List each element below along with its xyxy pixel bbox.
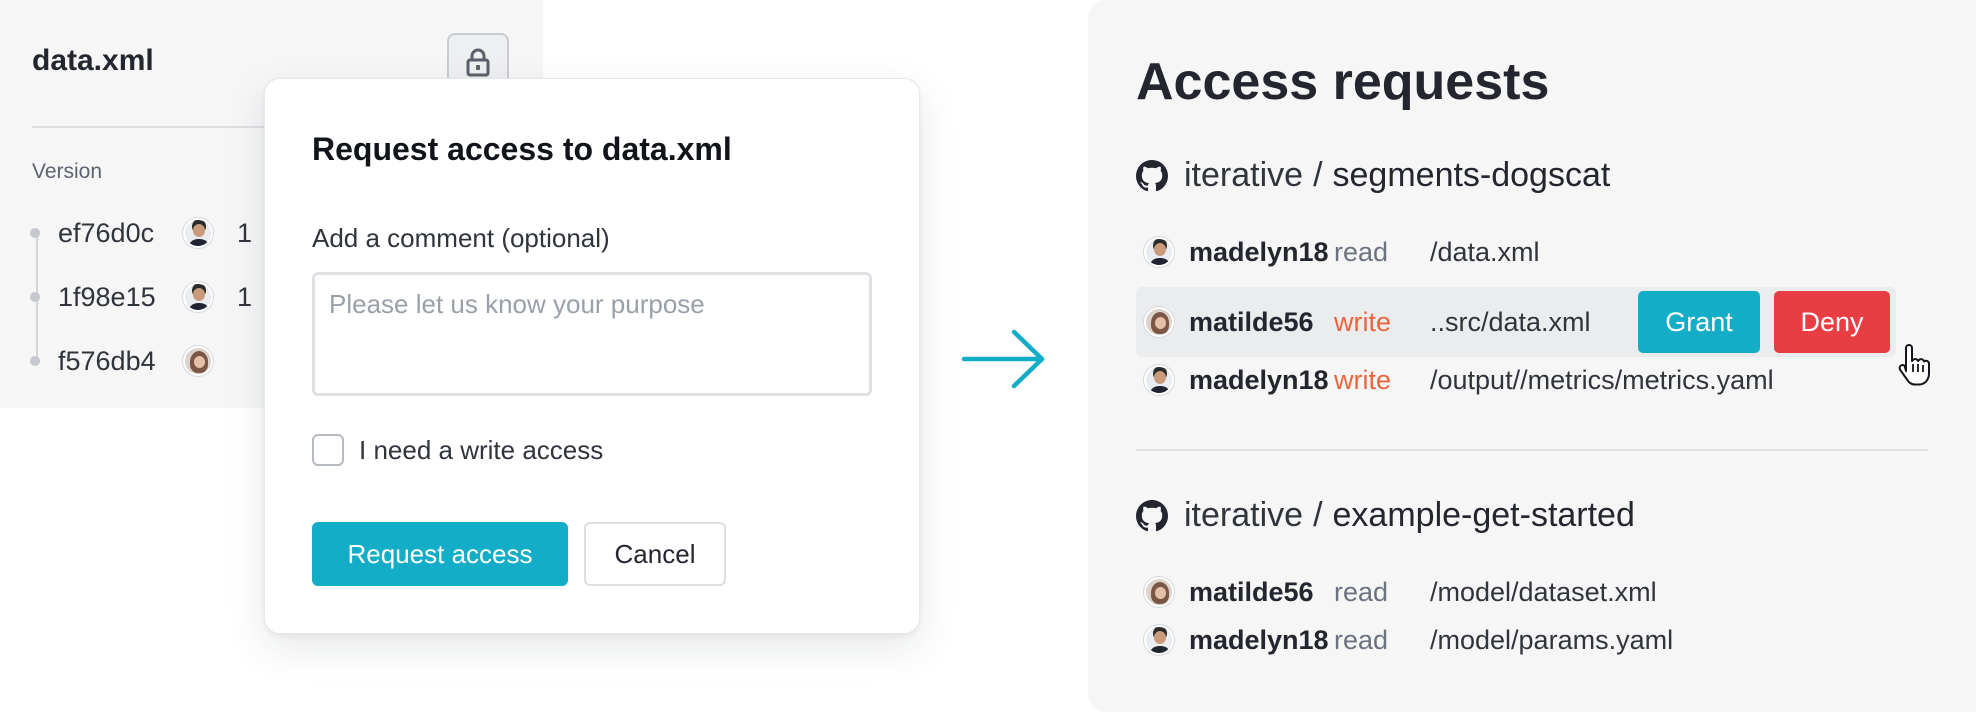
github-icon <box>1136 499 1168 531</box>
request-path: /model/dataset.xml <box>1430 576 1657 607</box>
access-requests-panel: Access requests iterative / segments-dog… <box>1088 0 1976 712</box>
write-access-option[interactable]: I need a write access <box>312 434 603 466</box>
version-hash: 1f98e15 <box>58 281 156 312</box>
dialog-title: Request access to data.xml <box>312 131 732 167</box>
request-path: /model/params.yaml <box>1430 624 1674 655</box>
request-permission: read <box>1334 624 1389 655</box>
repo-name: example-get-started <box>1332 496 1635 534</box>
version-extra: 1 <box>237 217 253 248</box>
request-path: /output//metrics/metrics.yaml <box>1430 364 1774 395</box>
avatar <box>1144 237 1174 267</box>
timeline-dot <box>30 228 40 238</box>
grant-button[interactable]: Grant <box>1638 291 1760 353</box>
github-icon <box>1136 159 1168 191</box>
version-extra: 1 <box>237 281 253 312</box>
avatar <box>1144 577 1174 607</box>
write-access-label: I need a write access <box>359 434 604 465</box>
request-access-button[interactable]: Request access <box>312 522 568 586</box>
repo-separator: / <box>1313 496 1323 534</box>
repo-divider <box>1136 449 1928 451</box>
repo-header[interactable]: iterative / example-get-started <box>1136 496 1635 535</box>
hand-pointer-icon <box>1898 344 1930 386</box>
avatar <box>1144 307 1174 337</box>
avatar <box>1144 625 1174 655</box>
avatar <box>183 218 213 248</box>
request-access-dialog: Request access to data.xml Add a comment… <box>264 78 920 634</box>
request-row[interactable]: madelyn18 write /output//metrics/metrics… <box>1136 351 1896 409</box>
timeline-dot <box>30 292 40 302</box>
request-permission: read <box>1334 576 1389 607</box>
request-permission: write <box>1334 306 1392 337</box>
panel-title: Access requests <box>1136 53 1550 111</box>
repo-org: iterative <box>1184 156 1304 194</box>
comment-label: Add a comment (optional) <box>312 223 610 253</box>
version-hash: ef76d0c <box>58 217 155 248</box>
version-label: Version <box>32 160 103 183</box>
avatar <box>183 346 213 376</box>
version-row[interactable]: f576db4 <box>30 339 237 383</box>
file-title: data.xml <box>32 44 154 77</box>
request-permission: write <box>1334 364 1392 395</box>
request-user: matilde56 <box>1189 576 1314 607</box>
repo-org: iterative <box>1184 496 1304 534</box>
lock-icon <box>466 48 490 77</box>
request-row[interactable]: madelyn18 read /model/params.yaml <box>1136 611 1896 669</box>
avatar <box>1144 365 1174 395</box>
request-permission: read <box>1334 236 1389 267</box>
timeline-dot <box>30 356 40 366</box>
request-row[interactable]: madelyn18 read /data.xml <box>1136 223 1896 281</box>
comment-input[interactable] <box>312 272 872 396</box>
repo-name: segments-dogscat <box>1332 156 1611 194</box>
request-path: /data.xml <box>1430 236 1540 267</box>
request-user: madelyn18 <box>1189 624 1329 655</box>
arrow-right-icon <box>961 329 1045 389</box>
repo-separator: / <box>1313 156 1323 194</box>
deny-button[interactable]: Deny <box>1774 291 1890 353</box>
request-row[interactable]: matilde56 write ..src/data.xml Grant Den… <box>1136 287 1896 357</box>
version-hash: f576db4 <box>58 345 156 376</box>
repo-header[interactable]: iterative / segments-dogscat <box>1136 156 1610 195</box>
version-row[interactable]: 1f98e15 1 <box>30 275 252 319</box>
request-user: madelyn18 <box>1189 364 1329 395</box>
avatar <box>183 282 213 312</box>
request-path: ..src/data.xml <box>1430 306 1591 337</box>
write-access-checkbox[interactable] <box>312 434 344 466</box>
cancel-button[interactable]: Cancel <box>584 522 726 586</box>
version-row[interactable]: ef76d0c 1 <box>30 211 252 255</box>
request-user: matilde56 <box>1189 306 1314 337</box>
request-user: madelyn18 <box>1189 236 1329 267</box>
